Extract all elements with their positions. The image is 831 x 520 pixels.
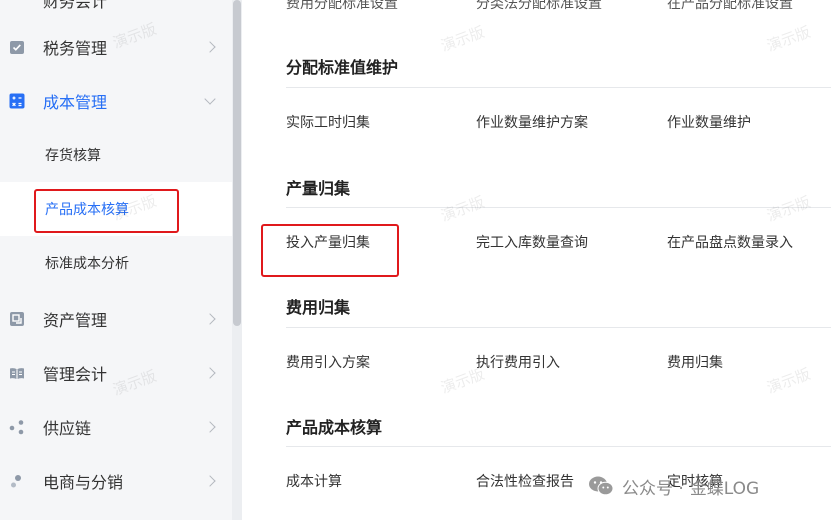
chevron-right-icon [204, 41, 216, 53]
link-execute-expense-import[interactable]: 执行费用引入 [476, 352, 560, 372]
sidebar-subitem-label: 标准成本分析 [45, 256, 129, 272]
sidebar-item-cost[interactable]: 成本管理 [0, 74, 232, 128]
sidebar-item-assets[interactable]: 资产管理 [0, 292, 232, 346]
link-activity-quantity-scheme[interactable]: 作业数量维护方案 [476, 112, 588, 132]
link-wip-allocation-standard[interactable]: 在产品分配标准设置 [667, 0, 793, 13]
chevron-right-icon [204, 421, 216, 433]
section-divider [286, 207, 831, 208]
main-panel: 费用分配标准设置 分类法分配标准设置 在产品分配标准设置 分配标准值维护 实际工… [242, 0, 831, 520]
demo-watermark: 演示版 [764, 22, 813, 56]
ecommerce-icon [9, 473, 25, 489]
demo-watermark: 演示版 [764, 364, 813, 398]
sidebar-subitem-standard-cost-analysis[interactable]: 标准成本分析 [0, 236, 232, 290]
wechat-prefix: 公众号 · [622, 478, 684, 499]
link-activity-quantity-maintenance[interactable]: 作业数量维护 [667, 112, 751, 132]
sidebar-scrollbar-thumb[interactable] [233, 0, 241, 326]
sidebar-item-label: 财务会计 [43, 0, 108, 11]
sidebar-item-tax[interactable]: 税务管理 [0, 20, 232, 74]
tax-icon [9, 39, 25, 55]
section-title-expense-collection: 费用归集 [286, 298, 351, 317]
link-cost-calculation[interactable]: 成本计算 [286, 471, 342, 491]
link-expense-allocation-standard[interactable]: 费用分配标准设置 [286, 0, 398, 13]
chevron-right-icon [204, 313, 216, 325]
link-expense-import-scheme[interactable]: 费用引入方案 [286, 352, 370, 372]
section-divider [286, 327, 831, 328]
wechat-account-watermark: 公众号 · 金蝶LOG [588, 473, 759, 499]
demo-watermark: 演示版 [438, 22, 487, 56]
asset-icon [9, 311, 25, 327]
cost-calculator-icon [9, 93, 25, 109]
section-title-allocation-standard-value: 分配标准值维护 [286, 58, 399, 77]
section-title-output-collection: 产量归集 [286, 179, 351, 198]
sidebar-item-label: 税务管理 [43, 39, 108, 58]
chevron-right-icon [204, 367, 216, 379]
supply-chain-icon [9, 419, 25, 435]
link-classification-allocation-standard[interactable]: 分类法分配标准设置 [476, 0, 602, 13]
link-actual-hours-collection[interactable]: 实际工时归集 [286, 112, 370, 132]
wechat-icon [589, 476, 614, 496]
sidebar-subitem-product-cost-accounting[interactable]: 产品成本核算 [0, 182, 232, 236]
sidebar-item-supply-chain[interactable]: 供应链 [0, 400, 232, 454]
sidebar-item-label: 资产管理 [43, 311, 108, 330]
management-accounting-icon [9, 365, 25, 381]
sidebar: 财务会计 税务管理 成本管理 存货核算 产品成本核算 标准成本分析 资产管理 管… [0, 0, 232, 520]
demo-watermark: 演示版 [764, 192, 813, 226]
sidebar-item-ecommerce[interactable]: 电商与分销 [0, 454, 232, 508]
link-validity-check-report[interactable]: 合法性检查报告 [476, 471, 574, 491]
chevron-down-icon [204, 93, 216, 105]
wechat-account-name: 金蝶LOG [689, 478, 760, 499]
sidebar-subitem-label: 产品成本核算 [45, 202, 129, 218]
sidebar-item-label: 管理会计 [43, 365, 108, 384]
sidebar-subitem-label: 存货核算 [45, 148, 101, 164]
section-title-product-cost-accounting: 产品成本核算 [286, 418, 383, 437]
sidebar-item-label: 电商与分销 [43, 473, 124, 492]
sidebar-item-management-accounting[interactable]: 管理会计 [0, 346, 232, 400]
section-divider [286, 87, 831, 88]
chevron-right-icon [204, 475, 216, 487]
section-divider [286, 446, 831, 447]
demo-watermark: 演示版 [438, 192, 487, 226]
link-input-output-collection[interactable]: 投入产量归集 [286, 232, 370, 252]
sidebar-item-label: 供应链 [43, 419, 92, 438]
link-expense-collection[interactable]: 费用归集 [667, 352, 723, 372]
link-wip-count-entry[interactable]: 在产品盘点数量录入 [667, 232, 793, 252]
sidebar-item-label: 成本管理 [43, 93, 108, 112]
sidebar-subitem-inventory-accounting[interactable]: 存货核算 [0, 128, 232, 182]
link-completed-stock-in-query[interactable]: 完工入库数量查询 [476, 232, 588, 252]
